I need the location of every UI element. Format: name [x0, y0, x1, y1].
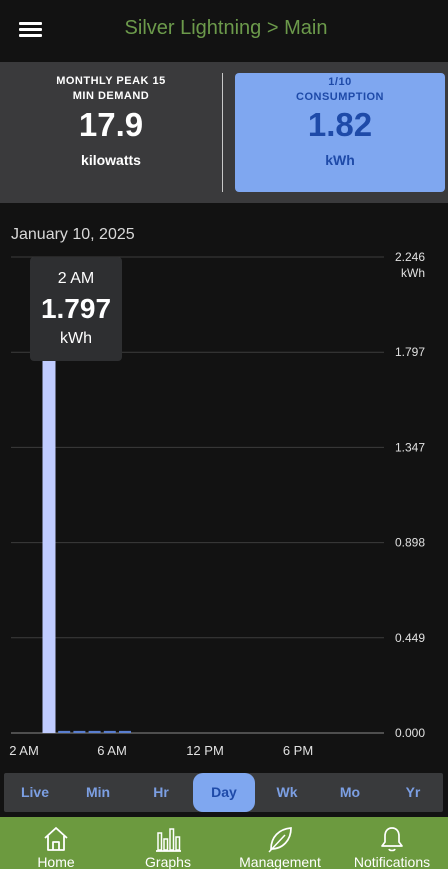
bar-chart-icon — [156, 828, 181, 852]
y-axis-unit: kWh — [401, 266, 425, 280]
home-icon — [44, 827, 68, 851]
tooltip-unit: kWh — [60, 330, 92, 347]
y-tick-label: 2.246 — [395, 250, 425, 264]
leaf-icon — [268, 827, 292, 853]
y-tick-label: 1.347 — [395, 440, 425, 454]
consumption-card[interactable]: 1/10 CONSUMPTION 1.82 kWh — [235, 73, 445, 192]
range-wk-button[interactable]: Wk — [256, 773, 318, 812]
range-yr-button[interactable]: Yr — [382, 773, 444, 812]
x-tick-label: 6 AM — [97, 743, 127, 758]
bottom-navigation: Home Graphs Management Notifications — [0, 817, 448, 869]
daily-consumption-chart[interactable]: 2.246 kWh 1.797 1.347 0.898 0.449 0.000 2 AM 6 … — [0, 245, 448, 765]
consumption-bar-2-am[interactable] — [42, 352, 56, 733]
chart-tooltip: 2 AM 1.797 kWh — [30, 257, 122, 361]
peak-demand-value: 17.9 — [78, 106, 144, 143]
stats-panel: MONTHLY PEAK 15 MIN DEMAND 17.9 kilowatt… — [0, 62, 448, 203]
range-hr-button[interactable]: Hr — [130, 773, 192, 812]
consumption-bar-7-am[interactable] — [119, 730, 131, 733]
y-tick-label: 0.898 — [395, 536, 425, 550]
peak-demand-caption-line1: MONTHLY PEAK 15 — [56, 75, 166, 87]
nav-management-label: Management — [239, 854, 321, 869]
range-day-button[interactable]: Day — [193, 773, 255, 812]
nav-home[interactable]: Home — [0, 817, 112, 869]
peak-demand-caption-line2: MIN DEMAND — [72, 90, 150, 102]
consumption-date: 1/10 — [328, 76, 352, 88]
consumption-bar-5-am[interactable] — [88, 730, 101, 733]
consumption-value: 1.82 — [307, 106, 373, 143]
tooltip-time: 2 AM — [58, 270, 94, 287]
page-title: Silver Lightning > Main — [124, 17, 328, 39]
nav-notifications-label: Notifications — [353, 854, 431, 869]
peak-demand-unit: kilowatts — [81, 152, 141, 168]
stats-divider — [222, 73, 223, 192]
y-tick-label: 0.449 — [395, 631, 425, 645]
chart-date-label: January 10, 2025 — [11, 226, 135, 243]
x-tick-label: 6 PM — [283, 743, 313, 758]
consumption-caption: CONSUMPTION — [296, 91, 384, 103]
y-tick-label: 0.000 — [395, 726, 425, 740]
nav-notifications[interactable]: Notifications — [336, 817, 448, 869]
range-min-button[interactable]: Min — [67, 773, 129, 812]
range-live-button[interactable]: Live — [4, 773, 66, 812]
x-tick-label: 2 AM — [9, 743, 39, 758]
bell-icon — [381, 827, 403, 852]
tooltip-value: 1.797 — [41, 293, 111, 324]
monthly-peak-demand-card: MONTHLY PEAK 15 MIN DEMAND 17.9 kilowatt… — [0, 62, 222, 203]
top-app-bar: Silver Lightning > Main — [0, 0, 448, 62]
consumption-bar-4-am[interactable] — [73, 730, 86, 733]
range-mo-button[interactable]: Mo — [319, 773, 381, 812]
consumption-bar-3-am[interactable] — [58, 730, 71, 733]
nav-home-label: Home — [37, 854, 75, 869]
nav-graphs-label: Graphs — [145, 854, 191, 869]
consumption-bar-6-am[interactable] — [103, 730, 116, 733]
x-tick-label: 12 PM — [186, 743, 224, 758]
time-range-selector: Live Min Hr Day Wk Mo Yr — [4, 773, 443, 812]
nav-management[interactable]: Management — [224, 817, 336, 869]
y-tick-label: 1.797 — [395, 345, 425, 359]
nav-graphs[interactable]: Graphs — [112, 817, 224, 869]
consumption-unit: kWh — [325, 152, 355, 168]
